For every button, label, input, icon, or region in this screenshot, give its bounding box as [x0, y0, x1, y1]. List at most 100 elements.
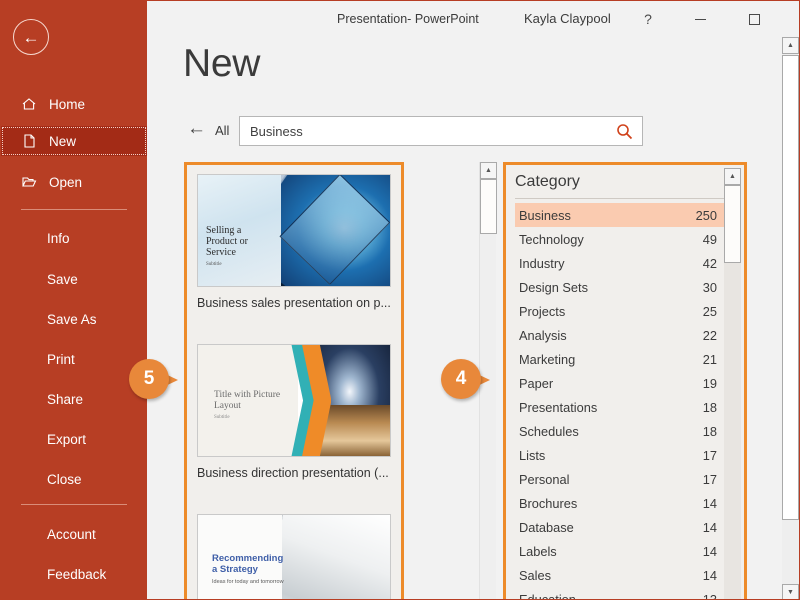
sidebar-item-new[interactable]: New: [1, 126, 147, 156]
powerpoint-window: ← Home New Open Info Save Save As Print …: [0, 0, 800, 600]
sidebar-item-label-save-as: Save As: [47, 311, 97, 327]
category-row-name: Database: [519, 519, 574, 535]
category-row[interactable]: Labels 14: [515, 539, 727, 563]
category-row[interactable]: Lists 17: [515, 443, 727, 467]
category-row-count: 42: [702, 255, 717, 271]
minimize-button[interactable]: [681, 1, 719, 37]
category-rule: [515, 198, 725, 199]
sidebar-item-close[interactable]: Close: [1, 464, 147, 494]
close-button[interactable]: ✕: [789, 1, 799, 37]
template-scroll-thumb[interactable]: [480, 179, 497, 234]
account-name[interactable]: Kayla Claypool: [524, 11, 611, 26]
template-thumbnail-2: Title with Picture Layout Subtitle: [197, 344, 391, 457]
maximize-button[interactable]: [735, 1, 773, 37]
search-icon[interactable]: [616, 123, 633, 140]
thumb1-glass-shape: [280, 175, 390, 285]
category-row[interactable]: Industry 42: [515, 251, 727, 275]
category-row-name: Brochures: [519, 495, 578, 511]
template-card-1[interactable]: Selling a Product or Service Subtitle Busi…: [197, 174, 391, 310]
page-icon: [21, 133, 47, 149]
help-button[interactable]: ?: [629, 1, 667, 37]
home-icon: [21, 96, 47, 112]
category-row-count: 25: [702, 303, 717, 319]
sidebar-item-label-feedback: Feedback: [47, 566, 107, 582]
template-thumbnail-3: Recommending a Strategy Ideas for today a…: [197, 514, 391, 599]
template-card-2[interactable]: Title with Picture Layout Subtitle Busine…: [197, 344, 391, 480]
category-row-count: 250: [695, 207, 717, 223]
category-row-count: 30: [702, 279, 717, 295]
template-results-panel: Selling a Product or Service Subtitle Busi…: [184, 162, 404, 599]
category-row[interactable]: Projects 25: [515, 299, 727, 323]
category-row[interactable]: Personal 17: [515, 467, 727, 491]
template-scroll-up-icon[interactable]: ▲: [480, 162, 497, 179]
category-scroll-thumb[interactable]: [724, 185, 741, 263]
sidebar-item-share[interactable]: Share: [1, 384, 147, 414]
template-slide-title-3: Recommending a Strategy: [212, 553, 284, 575]
search-back-arrow-icon[interactable]: ←: [187, 119, 206, 138]
category-row-count: 22: [702, 327, 717, 343]
template-slide-title-1: Selling a Product or Service: [206, 225, 248, 258]
search-input[interactable]: Business: [239, 116, 643, 146]
sidebar-divider-top: [21, 209, 127, 210]
category-row-name: Personal: [519, 471, 570, 487]
category-row-count: 21: [702, 351, 717, 367]
category-row[interactable]: Technology 49: [515, 227, 727, 251]
minimize-icon: [694, 18, 706, 20]
template-slide-subtitle-1: Subtitle: [206, 262, 222, 267]
template-card-3[interactable]: Recommending a Strategy Ideas for today a…: [197, 514, 391, 599]
sidebar-item-label-new: New: [49, 133, 77, 149]
category-row[interactable]: Presentations 18: [515, 395, 727, 419]
sidebar-item-print[interactable]: Print: [1, 344, 147, 374]
back-button[interactable]: ←: [13, 19, 49, 55]
category-row-count: 14: [702, 543, 717, 559]
sidebar-item-label-open: Open: [49, 174, 83, 190]
window-scroll-down-icon[interactable]: ▼: [782, 584, 799, 599]
page-title: New: [183, 42, 261, 85]
window-scroll-up-icon[interactable]: ▲: [782, 37, 799, 54]
sidebar-item-export[interactable]: Export: [1, 424, 147, 454]
category-row[interactable]: Design Sets 30: [515, 275, 727, 299]
category-row[interactable]: Business 250: [515, 203, 727, 227]
sidebar-item-save-as[interactable]: Save As: [1, 304, 147, 334]
sidebar-item-label-export: Export: [47, 431, 87, 447]
category-scroll-up-icon[interactable]: ▲: [724, 168, 741, 185]
sidebar-item-open[interactable]: Open: [1, 167, 147, 197]
category-row-count: 13: [702, 591, 717, 600]
all-filter-link[interactable]: All: [215, 123, 229, 138]
category-row[interactable]: Schedules 18: [515, 419, 727, 443]
callout-4-number: 4: [441, 359, 481, 399]
category-row-name: Paper: [519, 375, 554, 391]
sidebar-item-info[interactable]: Info: [1, 223, 147, 253]
category-row[interactable]: Analysis 22: [515, 323, 727, 347]
sidebar-item-home[interactable]: Home: [1, 89, 147, 119]
category-row-name: Lists: [519, 447, 546, 463]
category-row[interactable]: Paper 19: [515, 371, 727, 395]
category-heading: Category: [515, 173, 580, 190]
thumb3-photo: [282, 515, 390, 599]
template-slide-title-2: Title with Picture Layout: [214, 390, 281, 411]
category-row[interactable]: Education 13: [515, 587, 727, 600]
template-thumbnail-1: Selling a Product or Service Subtitle: [197, 174, 391, 287]
category-row-name: Technology: [519, 231, 584, 247]
window-scrollbar[interactable]: ▲ ▼: [782, 37, 799, 599]
category-row-name: Education: [519, 591, 576, 600]
category-row-count: 18: [702, 423, 717, 439]
category-row[interactable]: Sales 14: [515, 563, 727, 587]
category-row-count: 49: [702, 231, 717, 247]
category-row-count: 17: [702, 471, 717, 487]
sidebar-item-label-share: Share: [47, 391, 84, 407]
window-scroll-thumb[interactable]: [782, 55, 799, 520]
category-row-count: 19: [702, 375, 717, 391]
category-row-count: 17: [702, 447, 717, 463]
sidebar-item-feedback[interactable]: Feedback: [1, 559, 147, 589]
sidebar-item-save[interactable]: Save: [1, 264, 147, 294]
category-row-name: Sales: [519, 567, 552, 583]
category-scrollbar[interactable]: ▲: [724, 168, 741, 599]
category-row[interactable]: Brochures 14: [515, 491, 727, 515]
category-row[interactable]: Database 14: [515, 515, 727, 539]
template-name-2: Business direction presentation (...: [197, 466, 389, 480]
maximize-icon: [748, 13, 760, 25]
category-row[interactable]: Marketing 21: [515, 347, 727, 371]
sidebar-item-label-print: Print: [47, 351, 75, 367]
sidebar-item-account[interactable]: Account: [1, 519, 147, 549]
